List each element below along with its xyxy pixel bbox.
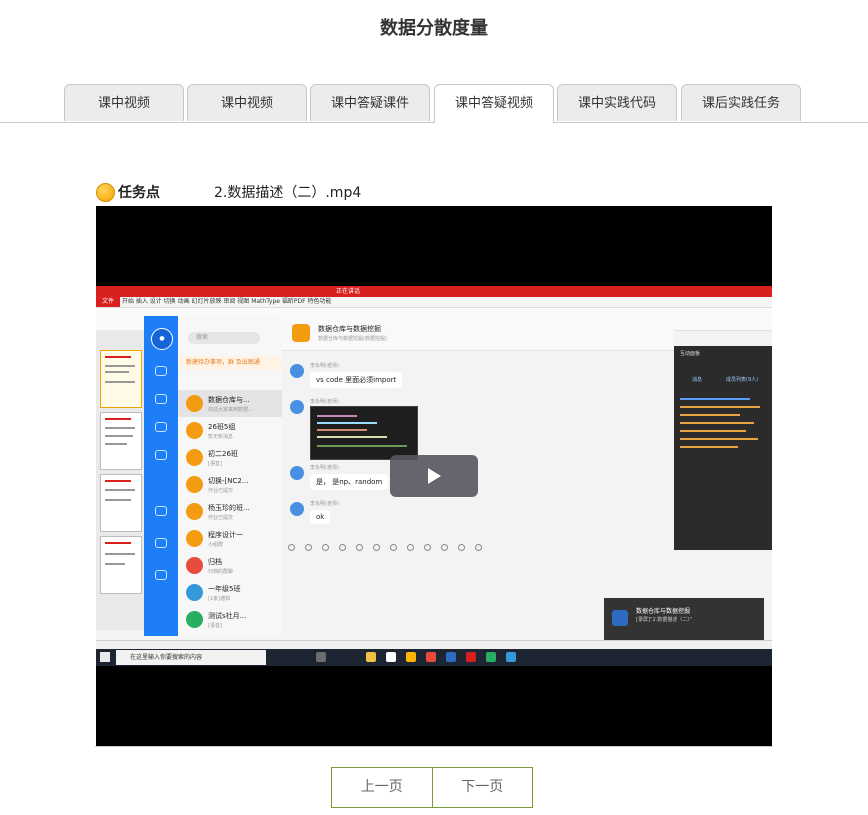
app-icon	[506, 652, 516, 662]
video-file-name: 2.数据描述（二）.mp4	[214, 185, 362, 201]
tab-qa-slides[interactable]: 课中答疑课件	[310, 84, 430, 121]
play-icon	[428, 468, 441, 484]
next-page-button[interactable]: 下一页	[433, 768, 533, 807]
contacts-icon	[153, 394, 169, 408]
app-icon	[316, 652, 326, 662]
windows-start-icon	[100, 652, 110, 662]
tab-practice-code[interactable]: 课中实践代码	[557, 84, 677, 121]
work-icon	[153, 422, 169, 436]
app-icon	[406, 652, 416, 662]
slide-thumbnails	[96, 330, 145, 630]
tab-lecture-video-1[interactable]: 课中视频	[64, 84, 184, 121]
chat-item: 归档 归档的群聊	[178, 552, 282, 579]
app-icon	[446, 652, 456, 662]
video-player[interactable]: 正在讲话 文件 开始 插入 设计 切换 动画 幻灯片放映 审阅 视图 MathT…	[96, 206, 772, 746]
chat-item: 数据仓库与... 欢迎大家来到数据...	[178, 390, 282, 417]
chrome-icon	[426, 652, 436, 662]
task-point-row: 任务点 2.数据描述（二）.mp4	[96, 181, 361, 203]
folder-icon	[366, 652, 376, 662]
task-point-label: 任务点	[118, 185, 160, 201]
tab-homework-task[interactable]: 课后实践任务	[681, 84, 801, 121]
slide-thumbnail	[100, 412, 142, 470]
chat-notice: 新建待办事项，群 及出图通	[178, 356, 282, 370]
settings-icon	[153, 538, 169, 552]
slide-thumbnail	[100, 536, 142, 594]
play-button[interactable]	[390, 455, 478, 497]
page-title: 数据分散度量	[380, 18, 488, 39]
notification-icon	[612, 610, 628, 626]
mail-icon	[153, 570, 169, 584]
conversation-header: 数据仓库与数据挖掘 数据仓库与数据挖掘(数据挖掘)	[282, 316, 674, 351]
chat-item: 杨玉珍的班... 作业已提交	[178, 498, 282, 525]
interaction-side-panel: 互动面板 消息 成员列表(9人)	[674, 346, 772, 550]
taskbar-search: 在这里输入你要搜索的内容	[116, 650, 266, 665]
slide-thumbnail	[100, 350, 142, 408]
mail-icon	[386, 652, 396, 662]
conversation-pane: 数据仓库与数据挖掘 数据仓库与数据挖掘(数据挖掘) 李永明(老师) vs code…	[282, 316, 674, 636]
chat-item: 一年级5班 [1条]通知	[178, 579, 282, 606]
app-icon	[486, 652, 496, 662]
player-divider	[95, 746, 773, 747]
recording-bar: 正在讲话	[96, 286, 772, 297]
chat-item: 初二26班 [语音]	[178, 444, 282, 471]
chat-item: 测试s社月... [语音]	[178, 606, 282, 633]
chat-search: 搜索	[188, 332, 260, 344]
tab-lecture-video-2[interactable]: 课中视频	[187, 84, 307, 121]
tab-qa-video[interactable]: 课中答疑视频	[434, 84, 554, 123]
chat-app-nav: ●	[144, 316, 178, 636]
slide-app-menu: 文件 开始 插入 设计 切换 动画 幻灯片放映 审阅 视图 MathType 福…	[96, 297, 772, 308]
prev-page-button[interactable]: 上一页	[332, 768, 432, 807]
chat-input-toolbar	[288, 536, 668, 551]
windows-taskbar: 在这里输入你要搜索的内容	[96, 649, 772, 666]
chat-item: 程序设计一 小组群	[178, 525, 282, 552]
desktop-notification: 数据仓库与数据挖掘 [录屏]“2.数据描述（二）”	[604, 598, 764, 644]
calendar-icon	[153, 450, 169, 464]
message-icon	[153, 366, 169, 380]
avatar: ●	[151, 328, 173, 350]
code-screenshot	[310, 406, 418, 460]
task-point-icon	[96, 182, 115, 202]
chat-list: 搜索 新建待办事项，群 及出图通 数据仓库与... 欢迎大家来到数据... 26班…	[178, 316, 283, 636]
app-icon	[466, 652, 476, 662]
chat-item: 26班5组 暂无新消息	[178, 417, 282, 444]
pin-icon	[153, 506, 169, 520]
slide-thumbnail	[100, 474, 142, 532]
tab-bar: 课中视频 课中视频 课中答疑课件 课中答疑视频 课中实践代码 课后实践任务	[0, 84, 868, 123]
chat-item: 切换-[NC2... 作业已提交	[178, 471, 282, 498]
pagination: 上一页 下一页	[331, 767, 533, 808]
